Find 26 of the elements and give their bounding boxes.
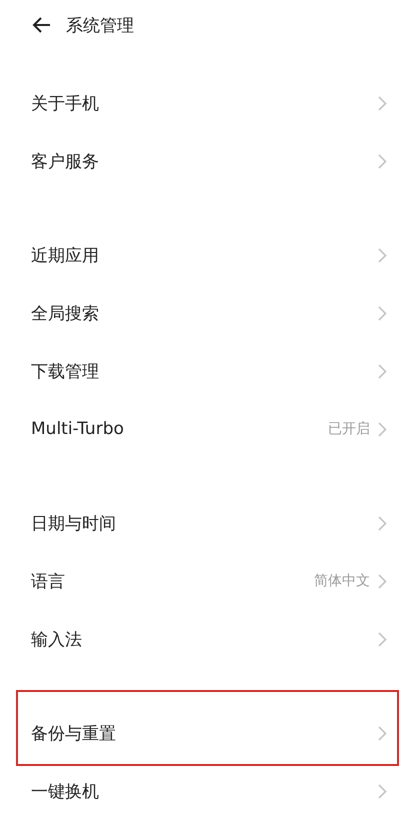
chevron-icon [378, 154, 387, 168]
settings-item[interactable]: 下载管理 [0, 342, 411, 400]
chevron-icon [378, 96, 387, 110]
settings-item[interactable]: 一键换机 [0, 762, 411, 815]
settings-item[interactable]: 近期应用 [0, 226, 411, 284]
settings-item[interactable]: 全局搜索 [0, 284, 411, 342]
settings-item[interactable]: Multi-Turbo 已开启 [0, 400, 411, 458]
settings-item[interactable]: 日期与时间 [0, 494, 411, 552]
chevron-icon [378, 632, 387, 646]
item-value: 已开启 [328, 420, 370, 438]
back-icon[interactable] [32, 15, 52, 35]
chevron-icon [378, 726, 387, 740]
settings-item[interactable]: 客户服务 [0, 132, 411, 190]
page-title: 系统管理 [66, 14, 134, 36]
chevron-icon [378, 364, 387, 378]
settings-item[interactable]: 输入法 [0, 610, 411, 668]
item-value: 简体中文 [314, 572, 370, 590]
chevron-icon [378, 422, 387, 436]
chevron-icon [378, 516, 387, 530]
chevron-icon [378, 248, 387, 262]
settings-item[interactable]: 语言 简体中文 [0, 552, 411, 610]
settings-item[interactable]: 关于手机 [0, 74, 411, 132]
chevron-icon [378, 306, 387, 320]
chevron-icon [378, 784, 387, 798]
chevron-icon [378, 574, 387, 588]
settings-item[interactable]: 备份与重置 [0, 704, 411, 762]
